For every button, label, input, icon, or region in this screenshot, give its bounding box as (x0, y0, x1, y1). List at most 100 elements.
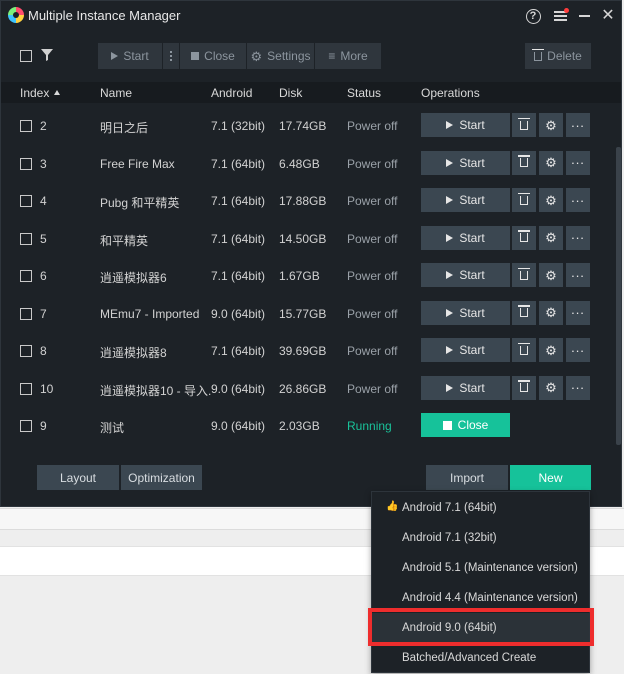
new-menu-item[interactable]: Android 5.1 (Maintenance version) (372, 553, 589, 583)
row-start-button[interactable]: Start (421, 263, 510, 287)
row-delete-button[interactable] (512, 150, 536, 175)
row-settings-button[interactable]: ⚙ (539, 225, 563, 250)
row-delete-button[interactable] (512, 263, 536, 287)
settings-button[interactable]: ⚙ Settings (247, 43, 314, 69)
new-menu-item[interactable]: Batched/Advanced Create (372, 643, 589, 673)
table-row[interactable]: 5 和平精英 7.1 (64bit) 14.50GB Power off Start ⚙..… (1, 220, 609, 257)
row-index: 7 (40, 306, 47, 321)
row-settings-button[interactable]: ⚙ (539, 150, 563, 175)
table-row[interactable]: 10 逍遥模拟器10 - 导入. 9.0 (64bit) 26.86GB Power o… (1, 370, 609, 407)
row-close-button[interactable]: Close (421, 413, 510, 437)
close-window-button[interactable]: ✕ (597, 5, 619, 27)
select-all-checkbox[interactable] (20, 50, 32, 62)
delete-label: Delete (547, 49, 582, 63)
row-delete-button[interactable] (512, 188, 536, 212)
table-row[interactable]: 7 MEmu7 - Imported 9.0 (64bit) 15.77GB Power… (1, 295, 609, 332)
row-delete-button[interactable] (512, 338, 536, 362)
row-delete-button[interactable] (512, 113, 536, 137)
row-checkbox[interactable] (20, 270, 32, 282)
row-more-button[interactable]: ... (566, 375, 590, 400)
row-start-button[interactable]: Start (421, 375, 510, 400)
row-more-button[interactable]: ... (566, 188, 590, 212)
row-settings-button[interactable]: ⚙ (539, 188, 563, 212)
row-settings-button[interactable]: ⚙ (539, 300, 563, 325)
table-row[interactable]: 9 测试 9.0 (64bit) 2.03GB Running Close (1, 407, 609, 444)
row-checkbox[interactable] (20, 157, 32, 170)
menu-button[interactable] (549, 5, 571, 27)
more-icon: ... (571, 189, 585, 205)
header-name[interactable]: Name (100, 86, 132, 100)
header-status[interactable]: Status (347, 86, 381, 100)
row-start-button[interactable]: Start (421, 113, 510, 137)
import-button[interactable]: Import (426, 465, 508, 490)
row-delete-button[interactable] (512, 225, 536, 250)
row-disk: 1.67GB (279, 269, 320, 283)
new-menu-item-label: Android 7.1 (64bit) (402, 502, 497, 514)
row-checkbox[interactable] (20, 232, 32, 245)
row-status: Power off (347, 156, 398, 171)
table-row[interactable]: 6 逍遥模拟器6 7.1 (64bit) 1.67GB Power off Start ⚙.… (1, 257, 609, 294)
row-checkbox[interactable] (20, 420, 32, 432)
play-icon (111, 52, 119, 60)
row-start-button[interactable]: Start (421, 300, 510, 325)
row-checkbox[interactable] (20, 345, 32, 357)
new-menu-item[interactable]: Android 4.4 (Maintenance version) (372, 583, 589, 613)
row-close-label: Close (457, 418, 489, 432)
header-android[interactable]: Android (211, 86, 252, 100)
row-start-button[interactable]: Start (421, 188, 510, 212)
table-row[interactable]: 3 Free Fire Max 7.1 (64bit) 6.48GB Power off… (1, 145, 609, 182)
row-checkbox[interactable] (20, 120, 32, 132)
row-index: 9 (40, 419, 47, 433)
row-more-button[interactable]: ... (566, 263, 590, 287)
layout-button[interactable]: Layout (37, 465, 119, 490)
row-android: 7.1 (64bit) (211, 194, 266, 208)
row-settings-button[interactable]: ⚙ (539, 263, 563, 287)
new-menu-item[interactable]: 👍 Android 7.1 (64bit) (372, 493, 589, 523)
row-checkbox[interactable] (20, 307, 32, 320)
table-row[interactable]: 4 Pubg 和平精英 7.1 (64bit) 17.88GB Power off Sta… (1, 182, 609, 219)
minimize-button[interactable] (573, 5, 595, 27)
row-start-button[interactable]: Start (421, 338, 510, 362)
row-checkbox[interactable] (20, 382, 32, 395)
close-button[interactable]: Close (180, 43, 246, 69)
row-settings-button[interactable]: ⚙ (539, 338, 563, 362)
table-row[interactable]: 2 明日之后 7.1 (32bit) 17.74GB Power off Start ⚙..… (1, 107, 609, 144)
help-button[interactable]: ? (522, 5, 544, 27)
row-settings-button[interactable]: ⚙ (539, 113, 563, 137)
start-options-button[interactable] (163, 43, 179, 69)
row-more-button[interactable]: ... (566, 300, 590, 325)
row-more-button[interactable]: ... (566, 150, 590, 175)
row-start-label: Start (459, 230, 485, 245)
row-more-button[interactable]: ... (566, 113, 590, 137)
filter-button[interactable] (41, 49, 53, 62)
header-index[interactable]: Index (20, 86, 61, 100)
delete-button[interactable]: Delete (525, 43, 591, 69)
row-more-button[interactable]: ... (566, 338, 590, 362)
row-more-button[interactable]: ... (566, 225, 590, 250)
new-menu-item[interactable]: Android 9.0 (64bit) (372, 613, 589, 643)
optimization-button[interactable]: Optimization (121, 465, 202, 490)
row-name: Free Fire Max (100, 156, 175, 171)
row-start-button[interactable]: Start (421, 150, 510, 175)
play-icon (446, 158, 454, 167)
row-settings-button[interactable]: ⚙ (539, 375, 563, 400)
row-delete-button[interactable] (512, 300, 536, 325)
row-android: 7.1 (32bit) (211, 119, 266, 133)
row-checkbox[interactable] (20, 195, 32, 207)
row-status: Power off (347, 381, 398, 396)
start-button[interactable]: Start (98, 43, 162, 69)
row-disk: 17.88GB (279, 194, 327, 208)
table-row[interactable]: 8 逍遥模拟器8 7.1 (64bit) 39.69GB Power off Start ⚙… (1, 332, 609, 369)
title-bar: Multiple Instance Manager ? ✕ (1, 1, 621, 31)
scrollbar-thumb[interactable] (616, 147, 621, 445)
row-delete-button[interactable] (512, 375, 536, 400)
header-disk[interactable]: Disk (279, 86, 302, 100)
settings-label: Settings (267, 49, 311, 63)
trash-icon (518, 192, 530, 205)
new-menu-item[interactable]: Android 7.1 (32bit) (372, 523, 589, 553)
row-name: MEmu7 - Imported (100, 306, 200, 321)
new-button[interactable]: New (510, 465, 591, 490)
more-button[interactable]: ≡ More (315, 43, 381, 69)
row-start-button[interactable]: Start (421, 225, 510, 250)
multi-instance-manager-window: Multiple Instance Manager ? ✕ Start Clos… (0, 0, 622, 507)
